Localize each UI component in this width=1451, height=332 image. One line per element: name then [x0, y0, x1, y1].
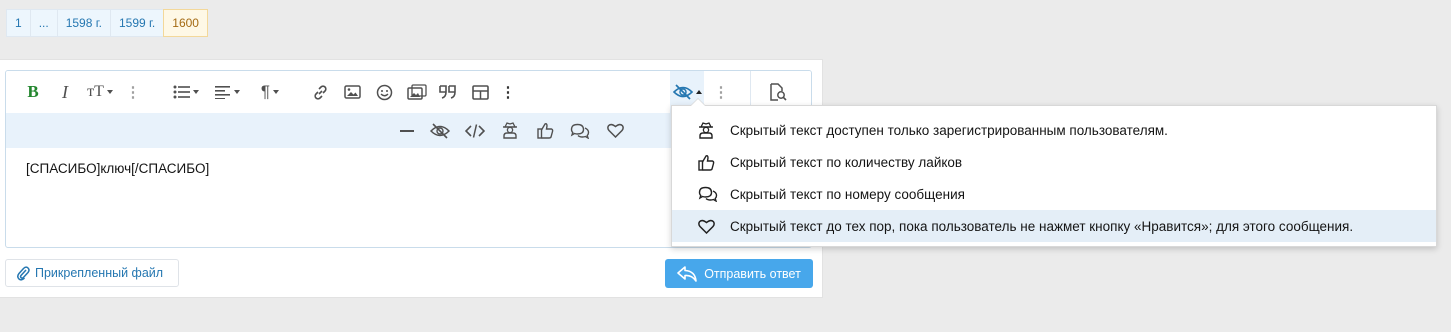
list-icon: [173, 85, 190, 99]
chevron-down-icon: [193, 90, 199, 94]
quote-button[interactable]: [437, 71, 459, 113]
more-text-options[interactable]: ⋮: [125, 71, 141, 113]
code-button[interactable]: [464, 113, 486, 148]
kebab-icon: ⋮: [500, 83, 516, 101]
comments-icon: [570, 123, 590, 139]
table-icon: [471, 84, 489, 100]
attach-file-button[interactable]: Прикрепленный файл: [5, 259, 179, 287]
chevron-down-icon: [106, 90, 113, 94]
chevron-down-icon: [233, 90, 240, 94]
menu-item-hide-posts[interactable]: Скрытый текст по номеру сообщения: [672, 178, 1436, 210]
smilie-button[interactable]: [373, 71, 395, 113]
menu-item-label: Скрытый текст по количеству лайков: [730, 154, 963, 170]
media-button[interactable]: [405, 71, 429, 113]
page-link-current[interactable]: 1600: [163, 9, 208, 37]
heart-icon: [606, 123, 624, 138]
image-icon: [343, 85, 361, 99]
hide-options-menu: Скрытый текст доступен только зарегистри…: [671, 98, 1437, 247]
text-size-button[interactable]: тТ: [82, 71, 118, 113]
page-link-1599[interactable]: 1599 г.: [109, 9, 165, 37]
link-button[interactable]: [309, 71, 331, 113]
user-secret-icon: [503, 122, 517, 139]
hide-posts-button[interactable]: [568, 113, 592, 148]
thumbs-up-icon: [536, 123, 553, 139]
hide-likes-button[interactable]: [534, 113, 556, 148]
menu-item-hide-likes[interactable]: Скрытый текст по количеству лайков: [672, 146, 1436, 178]
link-icon: [313, 84, 327, 100]
menu-item-hide-thanks[interactable]: Скрытый текст до тех пор, пока пользоват…: [672, 210, 1436, 242]
menu-item-label: Скрытый текст по номеру сообщения: [730, 186, 965, 202]
hide-text-button[interactable]: [428, 113, 452, 148]
menu-item-label: Скрытый текст доступен только зарегистри…: [730, 122, 1168, 138]
user-secret-icon: [699, 121, 713, 139]
more-insert-options[interactable]: ⋮: [500, 71, 516, 113]
chevron-up-icon: [695, 90, 702, 94]
paperclip-icon: [17, 266, 30, 281]
horizontal-rule-button[interactable]: [397, 113, 417, 148]
attach-file-label: Прикрепленный файл: [35, 266, 164, 280]
editor-content[interactable]: [СПАСИБО]ключ[/СПАСИБО]: [26, 161, 209, 176]
eye-slash-icon: [430, 122, 450, 139]
quote-icon: [439, 85, 456, 99]
image-button[interactable]: [341, 71, 363, 113]
kebab-icon: ⋮: [125, 83, 141, 101]
align-button[interactable]: [210, 71, 244, 113]
thumbs-up-icon: [698, 154, 715, 171]
chevron-down-icon: [273, 90, 280, 94]
hide-thanks-button[interactable]: [604, 113, 626, 148]
comments-icon: [698, 186, 718, 202]
send-reply-label: Отправить ответ: [704, 266, 801, 281]
page-link-1598[interactable]: 1598 г.: [56, 9, 111, 37]
media-icon: [407, 84, 427, 100]
reply-icon: [677, 265, 697, 282]
send-reply-button[interactable]: Отправить ответ: [665, 259, 813, 288]
hide-registered-button[interactable]: [500, 113, 520, 148]
heart-icon: [698, 219, 715, 234]
list-button[interactable]: [169, 71, 203, 113]
page-link-skip[interactable]: ...: [29, 9, 58, 37]
pagination: 1 ... 1598 г. 1599 г. 1600: [6, 9, 208, 37]
italic-button[interactable]: I: [55, 71, 75, 113]
menu-item-hide-registered[interactable]: Скрытый текст доступен только зарегистри…: [672, 114, 1436, 146]
paragraph-button[interactable]: ¶: [254, 71, 286, 113]
table-button[interactable]: [469, 71, 491, 113]
bold-button[interactable]: B: [22, 71, 44, 113]
kebab-icon: ⋮: [713, 83, 729, 101]
menu-item-label: Скрытый текст до тех пор, пока пользоват…: [730, 218, 1354, 234]
preview-icon: [770, 83, 787, 101]
page-link-1[interactable]: 1: [6, 9, 31, 37]
align-left-icon: [214, 86, 230, 99]
smile-icon: [376, 84, 392, 100]
minus-icon: [400, 129, 414, 132]
code-icon: [465, 123, 485, 138]
paragraph-icon: ¶: [260, 82, 271, 101]
